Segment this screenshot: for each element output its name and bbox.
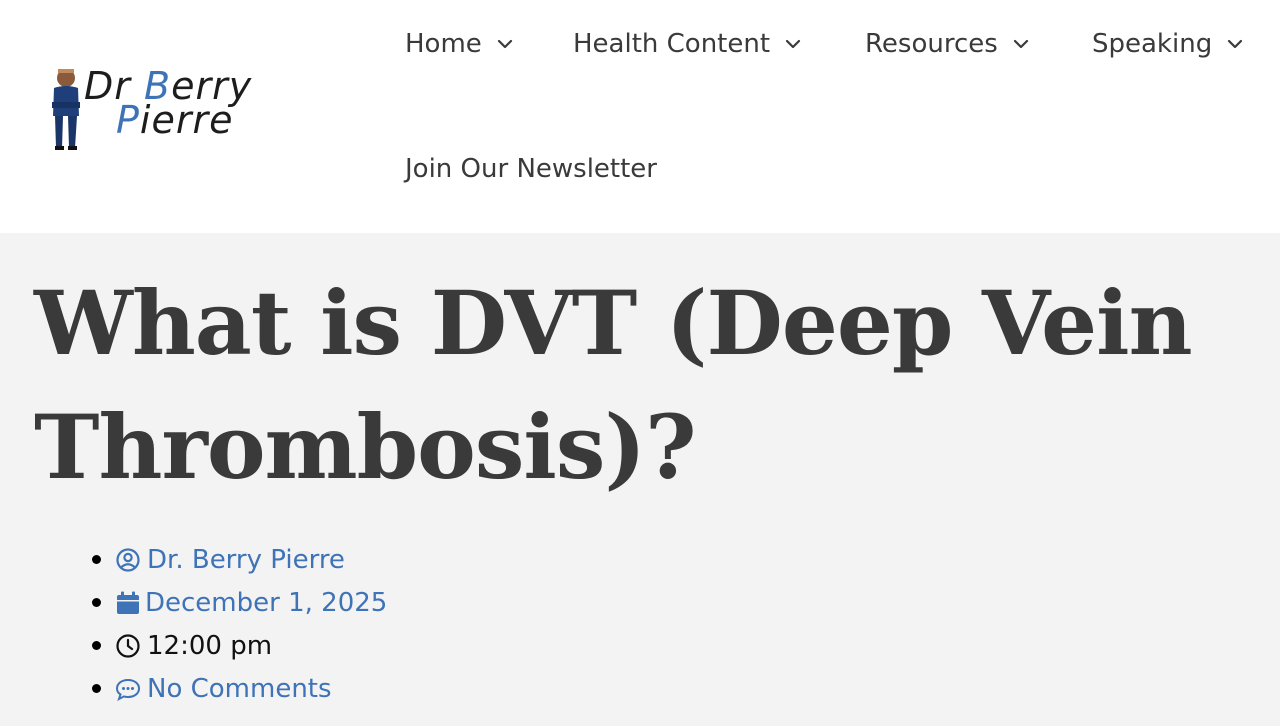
- meta-date: December 1, 2025: [92, 581, 387, 624]
- meta-time: 12:00 pm: [92, 624, 387, 667]
- site-header: Dr Berry Pierre Home Health Content Reso…: [0, 0, 1280, 233]
- post-title: What is DVT (Deep Vein Thrombosis)?: [34, 271, 1193, 499]
- site-logo[interactable]: Dr Berry Pierre: [44, 64, 306, 154]
- post-meta: Dr. Berry Pierre December 1, 2025 12:00 …: [92, 538, 387, 710]
- nav-item-label: Home: [405, 29, 482, 59]
- bullet: [92, 684, 101, 693]
- nav-item-resources[interactable]: Resources: [865, 24, 1030, 64]
- bullet: [92, 598, 101, 607]
- bullet: [92, 641, 101, 650]
- post-time: 12:00 pm: [147, 630, 273, 661]
- chevron-down-icon: [1013, 39, 1028, 49]
- chevron-down-icon: [785, 39, 801, 49]
- nav-item-health-content[interactable]: Health Content: [573, 24, 802, 64]
- nav-item-home[interactable]: Home: [405, 24, 514, 64]
- nav-item-label: Health Content: [573, 29, 771, 59]
- user-circle-icon: [116, 547, 140, 572]
- doctor-figure-icon: [52, 69, 80, 150]
- bullet: [92, 555, 101, 564]
- logo-text-line2: Pierre: [116, 98, 234, 142]
- chevron-down-icon: [497, 39, 512, 49]
- clock-icon: [116, 633, 140, 658]
- date-link[interactable]: December 1, 2025: [145, 588, 387, 618]
- comments-link[interactable]: No Comments: [147, 674, 332, 704]
- author-link[interactable]: Dr. Berry Pierre: [147, 545, 345, 575]
- nav-item-label: Resources: [865, 29, 998, 59]
- chevron-down-icon: [1228, 39, 1243, 49]
- nav-item-newsletter[interactable]: Join Our Newsletter: [405, 149, 657, 189]
- comment-dots-icon: [115, 678, 141, 701]
- calendar-icon: [117, 591, 139, 614]
- nav-item-speaking[interactable]: Speaking: [1092, 24, 1244, 64]
- post-main: What is DVT (Deep Vein Thrombosis)? Dr. …: [0, 233, 1280, 726]
- nav-item-label: Speaking: [1092, 29, 1213, 59]
- meta-author: Dr. Berry Pierre: [92, 538, 387, 581]
- nav-item-label: Join Our Newsletter: [405, 154, 657, 184]
- meta-comments: No Comments: [92, 667, 387, 710]
